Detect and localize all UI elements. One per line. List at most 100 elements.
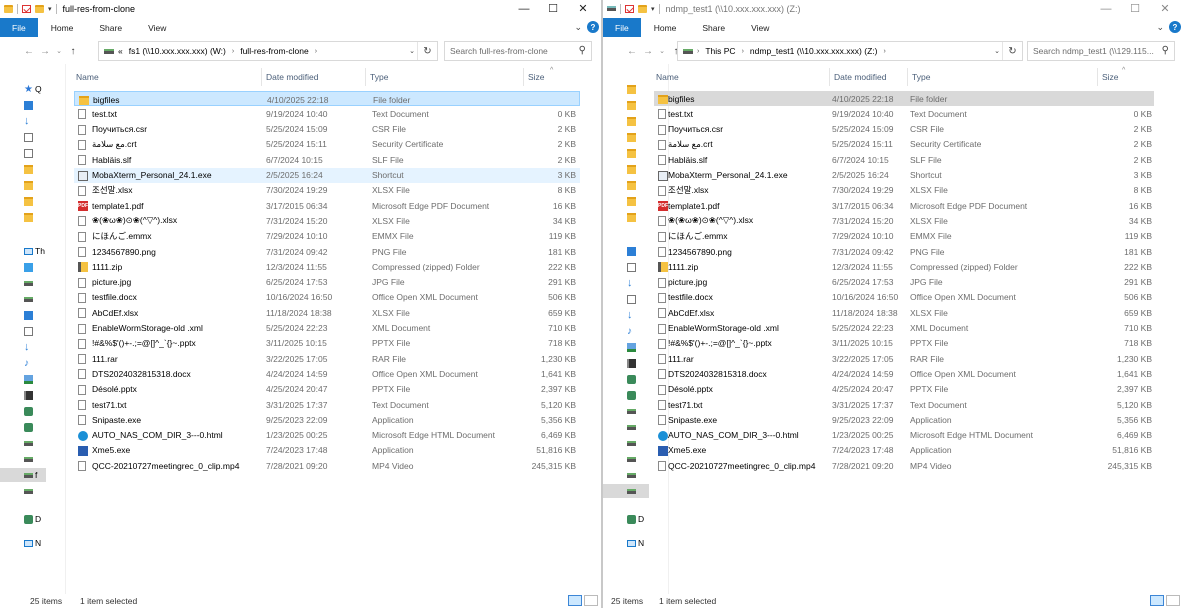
file-row[interactable]: Désolé.pptx 4/25/2024 20:47 PPTX File 2,397… [74, 382, 580, 397]
nav-item[interactable] [0, 420, 46, 434]
file-row[interactable]: test.txt 9/19/2024 10:40 Text Document 0 KB [74, 106, 580, 121]
nav-item[interactable]: ↓ [603, 308, 649, 322]
nav-item[interactable] [0, 130, 46, 144]
nav-item[interactable]: D [603, 512, 649, 526]
nav-item[interactable]: Th [0, 244, 46, 258]
nav-item[interactable] [0, 194, 46, 208]
nav-item[interactable] [603, 356, 649, 370]
search-input[interactable]: Search full-res-from-clone ⚲ [444, 41, 592, 61]
file-row[interactable]: ❀(❀ω❀)⊙❀(^▽^).xlsx 7/31/2024 15:20 XLSX Fi… [74, 213, 580, 228]
nav-item[interactable] [0, 388, 46, 402]
file-row[interactable]: EnableWormStorage-old .xml 5/25/2024 22:2… [654, 321, 1154, 336]
column-name[interactable]: Name [72, 68, 262, 86]
chevron-right-icon[interactable]: › [883, 48, 885, 55]
nav-item[interactable] [0, 308, 46, 322]
large-icons-view-icon[interactable] [584, 595, 598, 606]
forward-button[interactable]: → [641, 46, 655, 57]
search-icon[interactable]: ⚲ [579, 45, 586, 56]
file-row[interactable]: 1111.zip 12/3/2024 11:55 Compressed (zippe… [74, 259, 580, 274]
nav-item[interactable] [603, 404, 649, 418]
maximize-button[interactable]: ☐ [1120, 0, 1150, 17]
file-row[interactable]: QCC-20210727meetingrec_0_clip.mp4 7/28/20… [74, 458, 580, 473]
search-input[interactable]: Search ndmp_test1 (\\129.115... ⚲ [1027, 41, 1175, 61]
help-icon[interactable]: ? [587, 21, 599, 33]
help-icon[interactable]: ? [1169, 21, 1181, 33]
tab-share[interactable]: Share [689, 18, 738, 37]
properties-icon[interactable] [625, 4, 634, 13]
nav-item[interactable]: ↓ [0, 340, 46, 354]
nav-item[interactable] [603, 194, 649, 208]
nav-item[interactable] [603, 98, 649, 112]
recent-locations-icon[interactable]: ⌄ [52, 47, 66, 55]
nav-item[interactable]: f [0, 468, 46, 482]
file-row[interactable]: MobaXterm_Personal_24.1.exe 2/5/2025 16:2… [654, 168, 1154, 183]
file-row[interactable]: Habläis.slf 6/7/2024 10:15 SLF File 2 KB [654, 152, 1154, 167]
nav-item[interactable] [0, 324, 46, 338]
nav-item[interactable] [603, 178, 649, 192]
address-segment-drive[interactable]: ndmp_test1 (\\10.xxx.xxx.xxx) (Z:) [750, 46, 878, 56]
nav-item[interactable] [603, 114, 649, 128]
nav-item[interactable] [0, 484, 46, 498]
file-row[interactable]: MobaXterm_Personal_24.1.exe 2/5/2025 16:2… [74, 167, 580, 183]
nav-item[interactable] [603, 130, 649, 144]
nav-item[interactable] [0, 372, 46, 386]
nav-item[interactable] [0, 276, 46, 290]
nav-item[interactable] [603, 372, 649, 386]
column-type[interactable]: Type [366, 68, 524, 86]
address-segment-drive[interactable]: fs1 (\\10.xxx.xxx.xxx) (W:) [129, 46, 226, 56]
nav-item[interactable]: N [603, 536, 649, 550]
expand-ribbon-icon[interactable]: ⌄ [574, 22, 582, 33]
nav-item[interactable] [603, 146, 649, 160]
nav-item[interactable] [0, 292, 46, 306]
new-folder-icon[interactable] [35, 4, 44, 13]
nav-item[interactable] [0, 178, 46, 192]
file-row[interactable]: test.txt 9/19/2024 10:40 Text Document 0 KB [654, 106, 1154, 121]
tab-file[interactable]: File [603, 18, 641, 37]
file-row[interactable]: PDF template1.pdf 3/17/2015 06:34 Microsoft… [74, 198, 580, 213]
address-segment-folder[interactable]: full-res-from-clone [240, 46, 309, 56]
nav-item[interactable] [603, 244, 649, 258]
file-row[interactable]: picture.jpg 6/25/2024 17:53 JPG File 291 KB [654, 275, 1154, 290]
tab-file[interactable]: File [0, 18, 38, 37]
tab-home[interactable]: Home [641, 18, 690, 37]
properties-icon[interactable] [22, 4, 31, 13]
address-overflow[interactable]: « [118, 46, 123, 56]
nav-item[interactable]: ↓ [603, 276, 649, 290]
close-button[interactable]: ✕ [1150, 0, 1180, 17]
close-button[interactable]: ✕ [568, 0, 598, 17]
file-row[interactable]: مع سلامة.crt 5/25/2024 15:11 Security Cert… [74, 137, 580, 152]
nav-item[interactable] [0, 260, 46, 274]
file-row[interactable]: test71.txt 3/31/2025 17:37 Text Document 5,… [74, 397, 580, 412]
file-row[interactable]: にほんご.emmx 7/29/2024 10:10 EMMX File 119 KB [74, 229, 580, 244]
tab-view[interactable]: View [738, 18, 782, 37]
file-row[interactable]: にほんご.emmx 7/29/2024 10:10 EMMX File 119 KB [654, 229, 1154, 244]
back-button[interactable]: ← [625, 46, 639, 57]
new-folder-icon[interactable] [638, 4, 647, 13]
nav-item[interactable] [603, 260, 649, 274]
file-row[interactable]: مع سلامة.crt 5/25/2024 15:11 Security Cert… [654, 137, 1154, 152]
file-row[interactable]: 1111.zip 12/3/2024 11:55 Compressed (zippe… [654, 259, 1154, 274]
nav-item[interactable] [603, 468, 649, 482]
file-row[interactable]: DTS2024032815318.docx 4/24/2024 14:59 Offi… [654, 366, 1154, 381]
minimize-button[interactable]: — [509, 0, 539, 17]
nav-item[interactable]: N [0, 536, 46, 550]
nav-item[interactable] [603, 388, 649, 402]
nav-item[interactable] [603, 292, 649, 306]
nav-item[interactable]: ♪ [603, 324, 649, 338]
forward-button[interactable]: → [38, 46, 52, 57]
nav-item[interactable] [603, 340, 649, 354]
large-icons-view-icon[interactable] [1166, 595, 1180, 606]
file-row[interactable]: 111.rar 3/22/2025 17:05 RAR File 1,230 KB [74, 351, 580, 366]
up-button[interactable]: ↑ [66, 46, 80, 57]
file-row[interactable]: ❀(❀ω❀)⊙❀(^▽^).xlsx 7/31/2024 15:20 XLSX Fi… [654, 213, 1154, 228]
nav-item[interactable]: D [0, 512, 46, 526]
address-segment-this-pc[interactable]: This PC [705, 46, 735, 56]
refresh-icon[interactable]: ↻ [417, 42, 437, 60]
file-row[interactable]: Désolé.pptx 4/25/2024 20:47 PPTX File 2,397… [654, 382, 1154, 397]
nav-item[interactable] [0, 146, 46, 160]
nav-item[interactable] [0, 452, 46, 466]
customize-toolbar-icon[interactable]: ▾ [48, 5, 52, 13]
file-row[interactable]: Snipaste.exe 9/25/2023 22:09 Application 5,… [654, 412, 1154, 427]
nav-item[interactable] [0, 210, 46, 224]
back-button[interactable]: ← [22, 46, 36, 57]
